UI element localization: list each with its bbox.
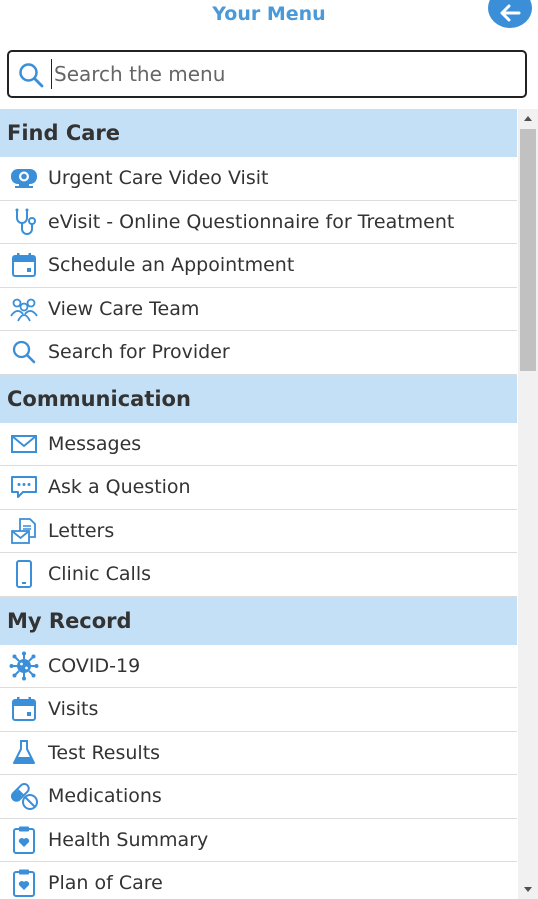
section-header-communication: Communication (0, 374, 517, 423)
menu-item-schedule-an-appointment[interactable]: Schedule an Appointment (0, 244, 517, 288)
mobile-phone-icon (0, 553, 48, 596)
scroll-down-arrow[interactable] (518, 881, 538, 899)
menu-item-label: Clinic Calls (48, 563, 151, 586)
menu-item-test-results[interactable]: Test Results (0, 732, 517, 775)
menu-item-label: Medications (48, 785, 162, 808)
section-header-my-record: My Record (0, 596, 517, 645)
stethoscope-icon (0, 201, 48, 244)
chat-bubble-icon (0, 466, 48, 509)
calendar-icon (0, 688, 48, 731)
menu-item-medications[interactable]: Medications (0, 775, 517, 819)
search-icon (0, 331, 48, 374)
scrollbar-thumb[interactable] (520, 129, 536, 371)
health-summary-icon (0, 819, 48, 862)
menu-item-visits[interactable]: Visits (0, 688, 517, 732)
pills-icon (0, 775, 48, 818)
menu-item-health-summary[interactable]: Health Summary (0, 819, 517, 862)
menu-item-messages[interactable]: Messages (0, 423, 517, 466)
menu-item-urgent-care-video-visit[interactable]: Urgent Care Video Visit (0, 157, 517, 201)
video-camera-icon (0, 157, 48, 200)
search-icon (19, 63, 44, 88)
menu-item-label: Search for Provider (48, 341, 230, 364)
menu-item-label: Schedule an Appointment (48, 254, 295, 277)
care-team-icon (0, 288, 48, 331)
menu-item-clinic-calls[interactable]: Clinic Calls (0, 553, 517, 597)
menu-item-letters[interactable]: Letters (0, 510, 517, 553)
menu-item-search-for-provider[interactable]: Search for Provider (0, 331, 517, 375)
arrow-left-icon (500, 4, 521, 22)
menu-item-label: Test Results (48, 741, 161, 764)
calendar-icon (0, 244, 48, 287)
menu-item-evisit-online-questionnaire-for-treatment[interactable]: eVisit - Online Questionnaire for Treatm… (0, 201, 517, 244)
menu-item-view-care-team[interactable]: View Care Team (0, 288, 517, 331)
menu-item-plan-of-care[interactable]: Plan of Care (0, 862, 517, 899)
menu-header: Your Menu (0, 0, 538, 44)
envelope-icon (0, 423, 48, 466)
search-box[interactable] (7, 50, 527, 98)
plan-of-care-icon (0, 862, 48, 899)
menu-item-label: Visits (48, 698, 99, 721)
menu-item-label: Messages (48, 432, 142, 455)
flask-icon (0, 732, 48, 775)
menu-item-label: eVisit - Online Questionnaire for Treatm… (48, 210, 455, 233)
menu-item-label: Letters (48, 519, 115, 542)
letter-icon (0, 510, 48, 553)
virus-icon (0, 645, 48, 688)
menu-item-label: COVID-19 (48, 654, 141, 677)
menu-item-label: Ask a Question (48, 476, 191, 499)
menu-item-label: View Care Team (48, 297, 200, 320)
scroll-up-arrow[interactable] (518, 109, 538, 127)
menu-item-label: Urgent Care Video Visit (48, 167, 269, 190)
menu-item-covid-19[interactable]: COVID-19 (0, 645, 517, 688)
menu-item-ask-a-question[interactable]: Ask a Question (0, 466, 517, 510)
menu-item-label: Plan of Care (48, 872, 163, 895)
page-title: Your Menu (212, 3, 326, 25)
section-header-find-care: Find Care (0, 109, 517, 157)
menu-list: Find Care Urgent Care Video Visit eVisit -… (0, 109, 517, 899)
search-input[interactable] (51, 59, 511, 89)
menu-item-label: Health Summary (48, 828, 209, 851)
scrollbar[interactable] (518, 109, 538, 899)
